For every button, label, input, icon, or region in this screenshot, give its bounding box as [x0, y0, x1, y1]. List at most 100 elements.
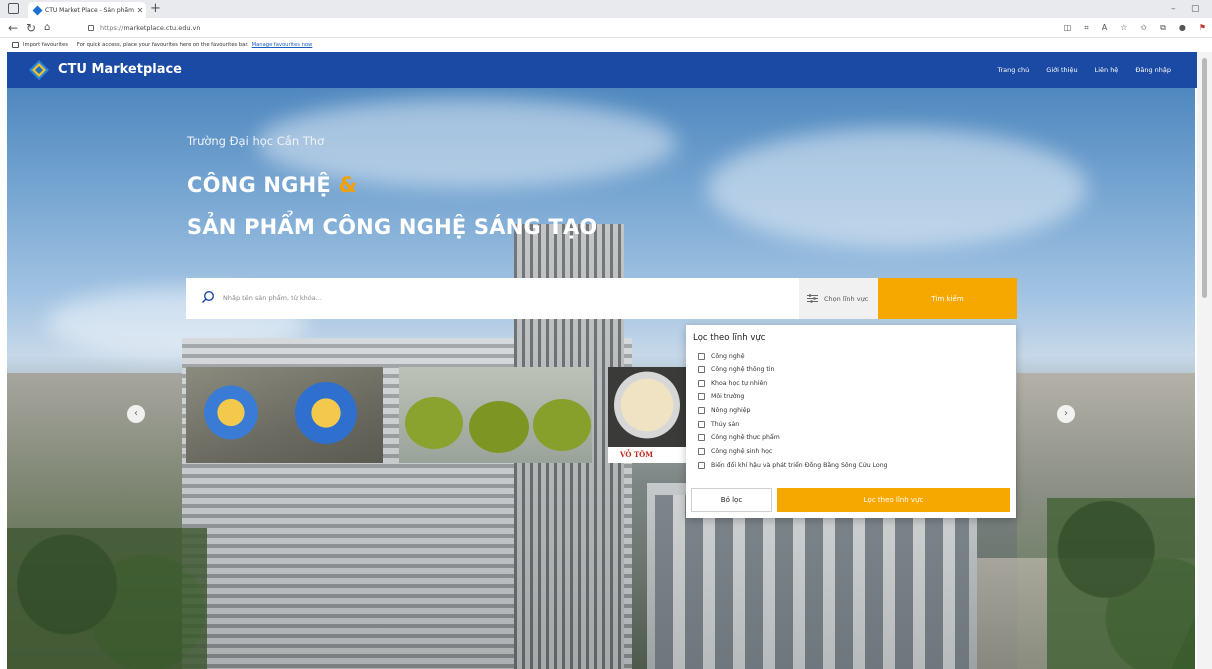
translate-icon[interactable]: ⌗	[1084, 21, 1089, 35]
product-card-label: VỎ TÔM	[608, 447, 686, 463]
add-favourite-icon[interactable]: ☆	[1120, 21, 1127, 35]
favourites-bar: Import favourites For quick access, plac…	[0, 38, 1212, 52]
url-host: marketplace.ctu.edu.vn	[123, 24, 201, 32]
checkbox[interactable]	[698, 380, 705, 387]
filter-option-label: Thủy sản	[711, 421, 740, 428]
checkbox[interactable]	[698, 366, 705, 373]
checkbox[interactable]	[698, 393, 705, 400]
back-icon[interactable]: ←	[8, 20, 18, 36]
lock-icon	[88, 25, 94, 31]
filter-option[interactable]: Công nghệ	[698, 352, 745, 361]
main-menu: Trang chủ Giới thiệu Liên hệ Đăng nhập	[997, 66, 1171, 75]
filter-option-label: Công nghệ	[711, 353, 745, 360]
product-image-culture	[469, 401, 529, 453]
carousel-next-button[interactable]: ›	[1057, 405, 1075, 423]
category-select[interactable]: Chọn lĩnh vực	[799, 278, 878, 319]
filter-option-label: Nông nghiệp	[711, 407, 751, 414]
site-favicon-icon	[32, 5, 43, 15]
headline-ampersand: &	[338, 173, 357, 197]
filter-title: Lọc theo lĩnh vực	[693, 333, 766, 343]
checkbox[interactable]	[698, 462, 705, 469]
filter-option[interactable]: Nông nghiệp	[698, 406, 750, 415]
collections-icon[interactable]: ⧉	[1160, 21, 1166, 35]
profile-icon[interactable]: ●	[1179, 21, 1186, 35]
reader-view-icon[interactable]: ◫	[1064, 21, 1072, 35]
url-field[interactable]: https:// marketplace.ctu.edu.vn	[82, 21, 1032, 35]
product-image-shrimp-shell	[614, 371, 680, 439]
trees-right	[1047, 498, 1195, 669]
brand-name[interactable]: CTU Marketplace	[58, 62, 182, 78]
browser-tab-bar: CTU Market Place - Sản phẩm th ✕ + – ▢	[0, 0, 1212, 18]
search-button[interactable]: Tìm kiếm	[878, 278, 1017, 319]
home-icon[interactable]: ⌂	[44, 20, 50, 36]
hero-headline-line1: CÔNG NGHỆ &	[187, 172, 357, 198]
menu-login[interactable]: Đăng nhập	[1135, 66, 1171, 75]
reload-icon[interactable]: ↻	[26, 20, 36, 36]
checkbox[interactable]	[698, 434, 705, 441]
browser-tab[interactable]: CTU Market Place - Sản phẩm th ✕	[28, 2, 146, 18]
favourites-icon[interactable]: ✩	[1140, 21, 1147, 35]
menu-about[interactable]: Giới thiệu	[1046, 66, 1077, 75]
apply-filter-button[interactable]: Lọc theo lĩnh vực	[777, 488, 1010, 512]
hero-subtitle: Trường Đại học Cần Thơ	[187, 134, 325, 148]
product-image-aerator	[196, 385, 266, 440]
import-favourites-button[interactable]: Import favourites	[12, 42, 68, 48]
menu-contact[interactable]: Liên hệ	[1095, 66, 1119, 75]
extensions-icon[interactable]: ⚑	[1199, 21, 1206, 35]
reset-filter-button[interactable]: Bỏ lọc	[691, 488, 772, 512]
filter-option-label: Công nghệ thực phẩm	[711, 434, 780, 441]
favourites-message: For quick access, place your favourites …	[76, 42, 249, 48]
search-icon	[201, 290, 215, 304]
filter-option-label: Công nghệ sinh học	[711, 448, 773, 455]
filter-option[interactable]: Biến đổi khí hậu và phát triển Đồng Bằng…	[698, 461, 888, 470]
filter-option-label: Công nghệ thông tin	[711, 366, 775, 373]
filter-option-label: Biến đổi khí hậu và phát triển Đồng Bằng…	[711, 462, 888, 469]
product-card[interactable]	[399, 367, 592, 463]
scrollbar-thumb[interactable]	[1202, 58, 1207, 298]
ctu-logo-icon[interactable]	[29, 60, 49, 80]
tab-close-icon[interactable]: ✕	[134, 6, 146, 15]
new-tab-button[interactable]: +	[150, 1, 161, 17]
checkbox[interactable]	[698, 353, 705, 360]
carousel-prev-button[interactable]: ‹	[127, 405, 145, 423]
url-scheme: https://	[100, 24, 124, 32]
filter-option[interactable]: Khoa học tự nhiên	[698, 379, 767, 388]
tab-title: CTU Market Place - Sản phẩm th	[45, 6, 134, 14]
checkbox[interactable]	[698, 448, 705, 455]
site-header: CTU Marketplace Trang chủ Giới thiệu Liê…	[7, 52, 1197, 88]
toolbar-icons: ◫ ⌗ A ☆ ✩ ⧉ ● ⚑	[1064, 21, 1206, 35]
filter-option[interactable]: Công nghệ sinh học	[698, 447, 772, 456]
tab-actions-icon[interactable]	[8, 3, 19, 14]
address-bar-row: ← ↻ ⌂ https:// marketplace.ctu.edu.vn ◫ …	[0, 18, 1212, 38]
import-icon	[12, 42, 19, 48]
hero-headline-line2: SẢN PHẨM CÔNG NGHỆ SÁNG TẠO	[187, 215, 598, 239]
import-favourites-label: Import favourites	[23, 42, 68, 48]
category-select-label: Chọn lĩnh vực	[824, 294, 869, 303]
filter-option-label: Môi trường	[711, 393, 745, 400]
manage-favourites-link[interactable]: Manage favourites now	[252, 42, 313, 48]
filter-option[interactable]: Thủy sản	[698, 420, 739, 429]
product-image-culture	[405, 397, 463, 449]
minimize-icon[interactable]: –	[1171, 1, 1176, 17]
checkbox[interactable]	[698, 407, 705, 414]
product-card[interactable]	[186, 367, 383, 463]
menu-home[interactable]: Trang chủ	[997, 66, 1029, 75]
cloud	[707, 128, 1087, 248]
filter-option[interactable]: Công nghệ thực phẩm	[698, 433, 780, 442]
headline-text: CÔNG NGHỆ	[187, 173, 331, 197]
search-input[interactable]	[223, 289, 783, 307]
filter-option-label: Khoa học tự nhiên	[711, 380, 768, 387]
product-image-culture	[533, 399, 591, 451]
filter-option[interactable]: Môi trường	[698, 392, 744, 401]
search-bar: Chọn lĩnh vực Tìm kiếm	[186, 278, 1017, 319]
checkbox[interactable]	[698, 421, 705, 428]
product-card[interactable]: VỎ TÔM	[608, 367, 686, 463]
page-scrollbar[interactable]	[1197, 52, 1212, 669]
maximize-icon[interactable]: ▢	[1191, 1, 1200, 17]
product-image-aerator	[286, 381, 366, 445]
filter-sliders-icon	[807, 294, 818, 303]
read-aloud-icon[interactable]: A	[1102, 21, 1107, 35]
trees-left	[7, 528, 207, 669]
category-filter-panel: Lọc theo lĩnh vực Công nghệ Công nghệ th…	[686, 325, 1016, 518]
filter-option[interactable]: Công nghệ thông tin	[698, 365, 774, 374]
